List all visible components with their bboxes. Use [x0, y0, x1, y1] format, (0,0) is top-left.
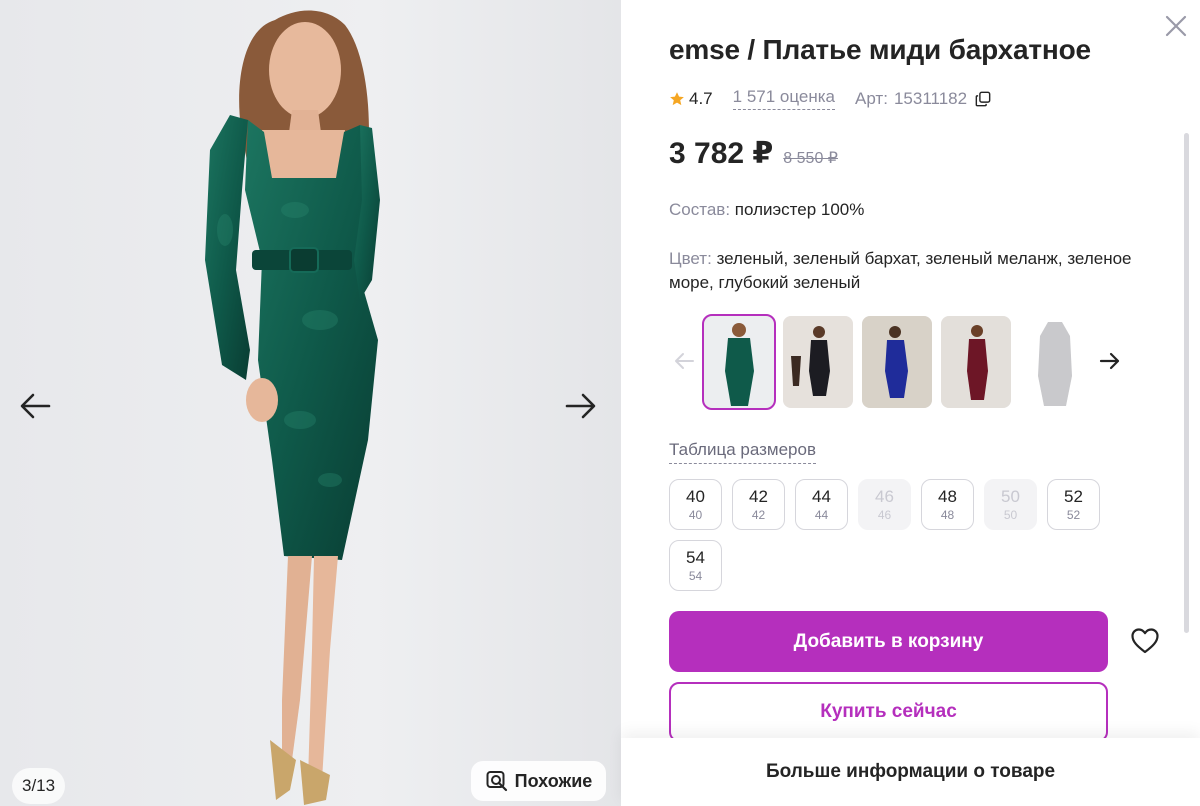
- copy-icon[interactable]: [975, 91, 991, 107]
- color-label: Цвет:: [669, 249, 712, 268]
- similar-button[interactable]: Похожие: [471, 761, 606, 801]
- reviews-link[interactable]: 1 571 оценка: [732, 87, 836, 110]
- star-icon: [670, 91, 684, 105]
- product-title: emse / Платье миди бархатное: [669, 34, 1091, 65]
- size-sub: 42: [751, 507, 766, 522]
- price-row: 3 782 ₽ 8 550 ₽: [669, 136, 838, 171]
- rating-value: 4.7: [689, 88, 713, 108]
- size-table-link[interactable]: Таблица размеров: [669, 440, 816, 464]
- current-price: 3 782 ₽: [669, 137, 774, 170]
- size-value: 42: [749, 486, 768, 506]
- size-sub: 44: [814, 507, 829, 522]
- more-info-button[interactable]: Больше информации о товаре: [621, 738, 1200, 806]
- size-option-52[interactable]: 52 52: [1047, 479, 1100, 530]
- old-price: 8 550 ₽: [783, 150, 838, 167]
- size-sub: 50: [1003, 507, 1018, 522]
- size-sub: 52: [1066, 507, 1081, 522]
- article-value: 15311182: [893, 88, 968, 108]
- composition: Состав: полиэстер 100%: [669, 198, 1169, 222]
- add-to-cart-button[interactable]: Добавить в корзину: [669, 611, 1108, 672]
- thumbs-prev-arrow-icon[interactable]: [669, 346, 699, 376]
- color-variants: [669, 314, 1129, 410]
- size-option-42[interactable]: 42 42: [732, 479, 785, 530]
- product-details-panel: emse / Платье миди бархатное 4.7 1 571 о…: [621, 0, 1200, 806]
- close-icon[interactable]: [1162, 12, 1190, 40]
- product-photo: [0, 0, 621, 806]
- thumbs-next-arrow-icon[interactable]: [1095, 346, 1125, 376]
- size-value: 40: [686, 486, 705, 506]
- size-value: 48: [938, 486, 957, 506]
- size-sub: 54: [688, 568, 703, 583]
- next-image-arrow-icon[interactable]: [561, 386, 601, 426]
- color-value: зеленый, зеленый бархат, зеленый меланж,…: [669, 249, 1132, 292]
- size-option-50: 50 50: [984, 479, 1037, 530]
- size-option-48[interactable]: 48 48: [921, 479, 974, 530]
- size-value: 54: [686, 547, 705, 567]
- similar-button-label: Похожие: [514, 770, 593, 791]
- buy-now-button[interactable]: Купить сейчас: [669, 682, 1108, 742]
- scrollbar[interactable]: [1184, 133, 1189, 633]
- size-value: 52: [1064, 486, 1083, 506]
- size-value: 50: [1001, 486, 1020, 506]
- size-value: 46: [875, 486, 894, 506]
- variant-thumb-burgundy[interactable]: [941, 316, 1011, 408]
- heart-icon[interactable]: [1130, 627, 1160, 655]
- color-info: Цвет: зеленый, зеленый бархат, зеленый м…: [669, 247, 1169, 295]
- size-sub: 48: [940, 507, 955, 522]
- article-label: Арт:: [855, 88, 888, 108]
- product-meta: 4.7 1 571 оценка Арт: 15311182: [669, 87, 991, 110]
- size-sub: 46: [877, 507, 892, 522]
- similar-search-icon: [486, 771, 507, 792]
- size-option-46: 46 46: [858, 479, 911, 530]
- size-option-40[interactable]: 40 40: [669, 479, 722, 530]
- size-option-54[interactable]: 54 54: [669, 540, 722, 591]
- variant-thumb-black[interactable]: [783, 316, 853, 408]
- size-option-44[interactable]: 44 44: [795, 479, 848, 530]
- prev-image-arrow-icon[interactable]: [15, 386, 55, 426]
- composition-value: полиэстер 100%: [734, 200, 865, 219]
- variant-thumb-blue[interactable]: [862, 316, 932, 408]
- variant-thumb-green[interactable]: [702, 314, 776, 410]
- size-sub: 40: [688, 507, 703, 522]
- image-counter: 3/13: [12, 768, 66, 804]
- product-gallery: 3/13 Похожие: [0, 0, 621, 806]
- composition-label: Состав:: [669, 200, 731, 219]
- size-value: 44: [812, 486, 831, 506]
- variant-thumb-grey[interactable]: [1020, 316, 1090, 408]
